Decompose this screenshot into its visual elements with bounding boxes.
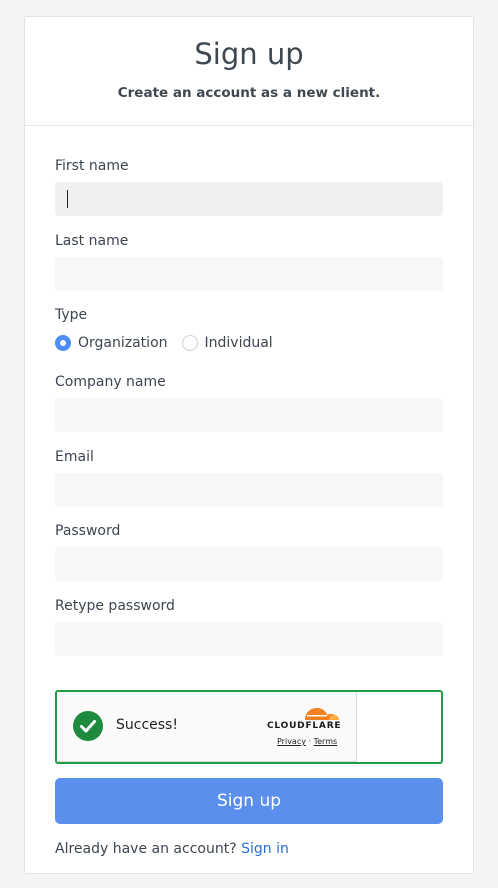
privacy-link[interactable]: Privacy — [277, 737, 306, 746]
sign-in-link[interactable]: Sign in — [241, 841, 289, 857]
signup-card: Sign up Create an account as a new clien… — [24, 16, 474, 874]
card-header: Sign up Create an account as a new clien… — [25, 17, 473, 126]
link-separator: · — [308, 737, 312, 746]
radio-unchecked-icon — [181, 335, 198, 351]
company-name-field[interactable] — [55, 398, 443, 432]
captcha-panel: Success! CLOUDFLARE Privacy · Terms — [57, 692, 357, 762]
password-field[interactable] — [55, 547, 443, 581]
type-label: Type — [55, 307, 88, 323]
radio-individual[interactable]: Individual — [181, 335, 273, 351]
captcha-links: Privacy · Terms — [277, 737, 337, 746]
last-name-field[interactable] — [55, 257, 443, 291]
retype-password-field[interactable] — [55, 622, 443, 656]
radio-organization-label: Organization — [78, 335, 168, 351]
page-title: Sign up — [194, 37, 304, 71]
captcha-widget: Success! CLOUDFLARE Privacy · Terms — [55, 690, 443, 764]
radio-individual-label: Individual — [204, 335, 273, 351]
password-label: Password — [55, 523, 121, 539]
retype-password-label: Retype password — [55, 598, 175, 614]
email-label: Email — [55, 449, 94, 465]
text-caret — [67, 190, 68, 208]
terms-link[interactable]: Terms — [314, 737, 338, 746]
captcha-status: Success! — [116, 717, 178, 733]
last-name-label: Last name — [55, 233, 129, 249]
radio-checked-icon — [55, 335, 71, 351]
company-name-label: Company name — [55, 374, 166, 390]
sign-in-prompt-text: Already have an account? — [55, 841, 237, 857]
cloudflare-wordmark: CLOUDFLARE — [267, 721, 342, 731]
email-field[interactable] — [55, 473, 443, 507]
page-subtitle: Create an account as a new client. — [117, 85, 381, 101]
check-circle-icon — [73, 711, 103, 741]
type-radio-group: Organization Individual — [55, 333, 287, 353]
sign-in-prompt: Already have an account? Sign in — [55, 841, 289, 857]
first-name-label: First name — [55, 158, 129, 174]
radio-organization[interactable]: Organization — [55, 335, 168, 351]
first-name-field[interactable] — [55, 182, 443, 216]
sign-up-button[interactable]: Sign up — [55, 778, 443, 824]
